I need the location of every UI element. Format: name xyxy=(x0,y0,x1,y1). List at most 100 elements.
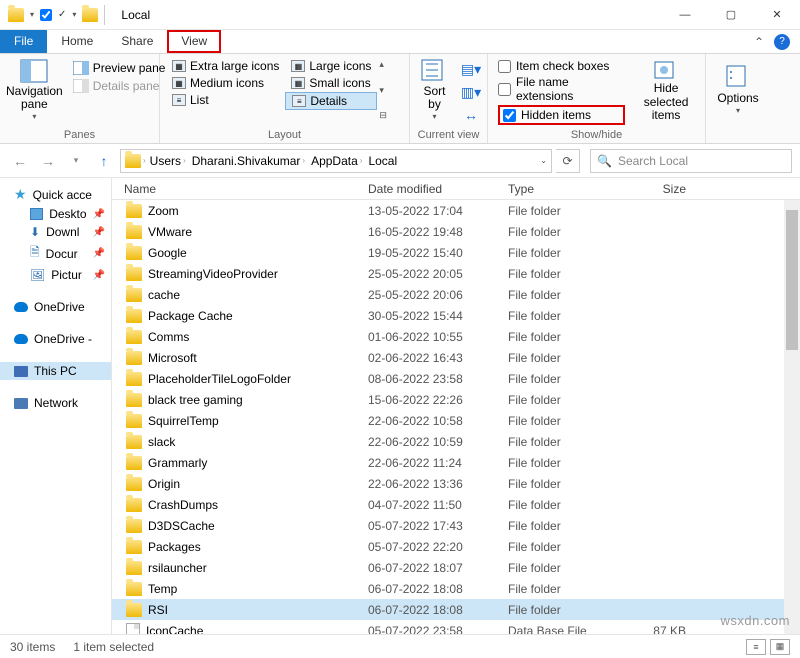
layout-small[interactable]: ▦Small icons xyxy=(285,75,377,91)
chevron-down-icon: ▾ xyxy=(432,113,436,122)
sidebar-desktop[interactable]: Deskto📌 xyxy=(0,205,111,223)
item-check-boxes[interactable]: Item check boxes xyxy=(498,59,625,73)
table-row[interactable]: PlaceholderTileLogoFolder08-06-2022 23:5… xyxy=(112,368,800,389)
sidebar-downloads[interactable]: ⬇Downl📌 xyxy=(0,223,111,241)
table-row[interactable]: Packages05-07-2022 22:20File folder xyxy=(112,536,800,557)
back-button[interactable]: ← xyxy=(8,149,32,173)
content-area: ★Quick acce Deskto📌 ⬇Downl📌 🗎Docur📌 🖼Pic… xyxy=(0,178,800,634)
table-row[interactable]: Origin22-06-2022 13:36File folder xyxy=(112,473,800,494)
sort-by-button[interactable]: Sort by ▾ xyxy=(414,56,455,124)
crumb-user[interactable]: Dharani.Shivakumar› xyxy=(190,154,307,168)
tab-file[interactable]: File xyxy=(0,30,47,53)
lg-icon: ▦ xyxy=(291,60,305,72)
forward-button[interactable]: → xyxy=(36,149,60,173)
minimize-button[interactable]: — xyxy=(662,0,708,30)
qat-dropdown-icon[interactable]: ▾ xyxy=(30,10,34,19)
layout-large[interactable]: ▦Large icons xyxy=(285,58,377,74)
address-dropdown-icon[interactable]: ⌄ xyxy=(540,156,547,165)
table-row[interactable]: Google19-05-2022 15:40File folder xyxy=(112,242,800,263)
preview-pane-label: Preview pane xyxy=(93,61,166,75)
file-name: cache xyxy=(148,288,180,302)
header-type[interactable]: Type xyxy=(508,182,626,196)
sidebar-documents[interactable]: 🗎Docur📌 xyxy=(0,241,111,266)
help-icon[interactable]: ? xyxy=(774,34,790,50)
recent-locations[interactable]: ▾ xyxy=(64,149,88,173)
preview-pane-button[interactable]: Preview pane xyxy=(69,60,170,76)
selected-count: 1 item selected xyxy=(73,640,154,654)
hidden-items[interactable]: Hidden items xyxy=(498,105,625,125)
file-name-extensions[interactable]: File name extensions xyxy=(498,75,625,103)
close-button[interactable]: ✕ xyxy=(754,0,800,30)
group-by-button[interactable]: ▤▾ xyxy=(459,60,483,79)
file-type: File folder xyxy=(508,498,626,512)
table-row[interactable]: IconCache05-07-2022 23:58Data Base File8… xyxy=(112,620,800,634)
file-date: 15-06-2022 22:26 xyxy=(368,393,508,407)
layout-scroll-up[interactable]: ▴ xyxy=(379,60,387,69)
table-row[interactable]: Comms01-06-2022 10:55File folder xyxy=(112,326,800,347)
breadcrumb[interactable]: › Users› Dharani.Shivakumar› AppData› Lo… xyxy=(120,149,552,173)
crumb-appdata[interactable]: AppData› xyxy=(309,154,364,168)
tab-view[interactable]: View xyxy=(167,30,221,53)
panes-group-label: Panes xyxy=(4,129,155,143)
navigation-pane-button[interactable]: Navigation pane ▾ xyxy=(4,56,65,124)
thumbnails-view-button[interactable]: ▦ xyxy=(770,639,790,655)
scroll-thumb[interactable] xyxy=(786,210,798,350)
search-box[interactable]: 🔍 Search Local xyxy=(590,149,792,173)
sidebar-quick-access[interactable]: ★Quick acce xyxy=(0,184,111,205)
table-row[interactable]: VMware16-05-2022 19:48File folder xyxy=(112,221,800,242)
ribbon: Navigation pane ▾ Preview pane Details p… xyxy=(0,54,800,144)
up-button[interactable]: ↑ xyxy=(92,149,116,173)
layout-details[interactable]: ≡Details xyxy=(285,92,377,110)
header-name[interactable]: Name xyxy=(112,182,368,196)
layout-list[interactable]: ≡List xyxy=(166,92,285,108)
crumb-local[interactable]: Local xyxy=(366,154,399,168)
sidebar-onedrive-2[interactable]: OneDrive - xyxy=(0,330,111,348)
sidebar-pictures[interactable]: 🖼Pictur📌 xyxy=(0,266,111,284)
header-size[interactable]: Size xyxy=(626,182,696,196)
layout-scroll-down[interactable]: ▾ xyxy=(379,86,387,95)
header-date[interactable]: Date modified xyxy=(368,182,508,196)
table-row[interactable]: black tree gaming15-06-2022 22:26File fo… xyxy=(112,389,800,410)
layout-expand[interactable]: ⊟ xyxy=(379,111,387,120)
table-row[interactable]: RSI06-07-2022 18:08File folder xyxy=(112,599,800,620)
sidebar-this-pc[interactable]: This PC xyxy=(0,362,111,380)
size-columns-button[interactable]: ↔ xyxy=(459,105,483,124)
table-row[interactable]: slack22-06-2022 10:59File folder xyxy=(112,431,800,452)
crumb-users[interactable]: Users› xyxy=(148,154,188,168)
file-type: File folder xyxy=(508,393,626,407)
layout-extra-large[interactable]: ▦Extra large icons xyxy=(166,58,285,74)
qat-dropdown2-icon[interactable]: ▾ xyxy=(72,10,76,19)
add-columns-button[interactable]: ▥▾ xyxy=(459,83,483,102)
details-pane-button[interactable]: Details pane xyxy=(69,78,170,94)
table-row[interactable]: Zoom13-05-2022 17:04File folder xyxy=(112,200,800,221)
refresh-button[interactable]: ⟳ xyxy=(556,149,580,173)
table-row[interactable]: Grammarly22-06-2022 11:24File folder xyxy=(112,452,800,473)
layout-medium[interactable]: ▦Medium icons xyxy=(166,75,285,91)
sidebar-network[interactable]: Network xyxy=(0,394,111,412)
file-date: 22-06-2022 10:59 xyxy=(368,435,508,449)
file-type: File folder xyxy=(508,519,626,533)
table-row[interactable]: Microsoft02-06-2022 16:43File folder xyxy=(112,347,800,368)
maximize-button[interactable]: ▢ xyxy=(708,0,754,30)
file-name: Grammarly xyxy=(148,456,207,470)
file-type: File folder xyxy=(508,225,626,239)
table-row[interactable]: D3DSCache05-07-2022 17:43File folder xyxy=(112,515,800,536)
options-button[interactable]: Options ▾ xyxy=(710,56,766,124)
details-view-button[interactable]: ≡ xyxy=(746,639,766,655)
table-row[interactable]: CrashDumps04-07-2022 11:50File folder xyxy=(112,494,800,515)
table-row[interactable]: Package Cache30-05-2022 15:44File folder xyxy=(112,305,800,326)
hide-selected-button[interactable]: Hide selected items xyxy=(631,56,701,124)
table-row[interactable]: cache25-05-2022 20:06File folder xyxy=(112,284,800,305)
table-row[interactable]: rsilauncher06-07-2022 18:07File folder xyxy=(112,557,800,578)
collapse-ribbon-icon[interactable]: ⌃ xyxy=(754,35,764,49)
table-row[interactable]: Temp06-07-2022 18:08File folder xyxy=(112,578,800,599)
scrollbar[interactable] xyxy=(784,200,800,634)
folder-icon xyxy=(126,267,142,281)
sidebar-onedrive[interactable]: OneDrive xyxy=(0,298,111,316)
table-row[interactable]: SquirrelTemp22-06-2022 10:58File folder xyxy=(112,410,800,431)
folder-icon xyxy=(126,435,142,449)
tab-home[interactable]: Home xyxy=(47,30,107,53)
tab-share[interactable]: Share xyxy=(107,30,167,53)
table-row[interactable]: StreamingVideoProvider25-05-2022 20:05Fi… xyxy=(112,263,800,284)
qat-checkbox[interactable] xyxy=(40,9,52,21)
